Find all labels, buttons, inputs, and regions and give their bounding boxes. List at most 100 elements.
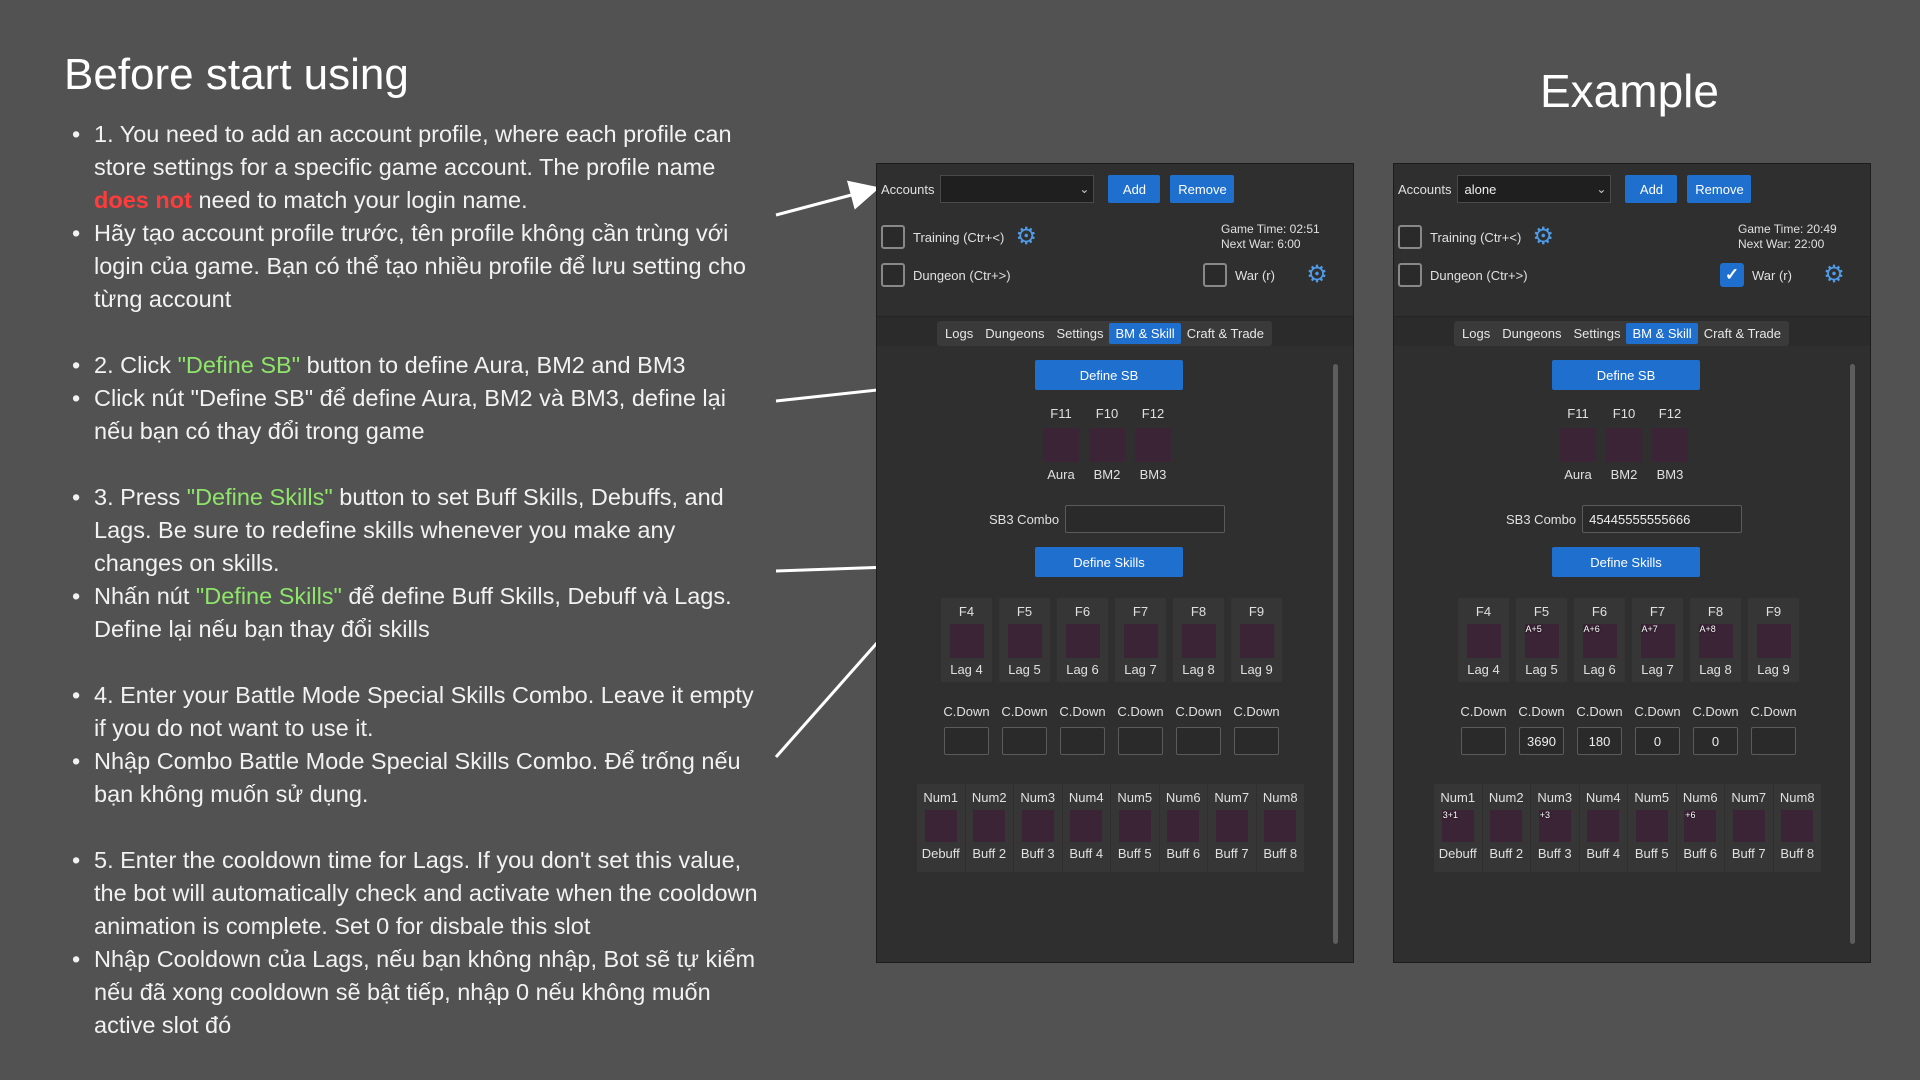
war-checkbox-checked[interactable]: ✓ <box>1720 263 1744 287</box>
num-slot[interactable]: Num3 Buff 3 <box>1014 784 1062 872</box>
define-sb-button[interactable]: Define SB <box>1035 360 1183 390</box>
cooldown-input[interactable] <box>1176 727 1221 755</box>
tab-settings[interactable]: Settings <box>1050 323 1109 344</box>
cooldown-input[interactable]: 180 <box>1577 727 1622 755</box>
lag-slot[interactable]: F4 Lag 4 <box>1458 598 1509 682</box>
dungeon-label: Dungeon (Ctr+>) <box>1430 267 1528 283</box>
num-slot[interactable]: Num5 Buff 5 <box>1111 784 1159 872</box>
lag-slot[interactable]: F6 Lag 6 <box>1057 598 1108 682</box>
num-slot[interactable]: Num2 Buff 2 <box>965 784 1013 872</box>
war-label: War (r) <box>1752 267 1792 283</box>
skill-slot-empty <box>1021 810 1054 842</box>
cooldown-input[interactable] <box>1060 727 1105 755</box>
sb-slot[interactable]: F12 BM3 <box>1652 404 1688 484</box>
gear-icon[interactable]: ⚙ <box>1014 225 1038 249</box>
sb-slot[interactable]: F10 BM2 <box>1089 404 1125 484</box>
define-sb-button[interactable]: Define SB <box>1552 360 1700 390</box>
num-slots: Num1 3+1 Debuff Num2 Buff 2 Num3 +3 Buff 3 Nu… <box>1434 784 1821 872</box>
scrollbar[interactable] <box>1850 364 1855 944</box>
num-slot[interactable]: Num1 Debuff <box>917 784 965 872</box>
num-slot[interactable]: Num8 Buff 8 <box>1773 784 1821 872</box>
lag-slot[interactable]: F6 A+6 Lag 6 <box>1574 598 1625 682</box>
tab-dungeons[interactable]: Dungeons <box>1496 323 1567 344</box>
training-row: Training (Ctr+<) ⚙ <box>1398 225 1555 249</box>
dungeon-checkbox[interactable] <box>881 263 905 287</box>
cooldown-input[interactable] <box>944 727 989 755</box>
skill-slot-empty <box>1215 810 1248 842</box>
lag-slot[interactable]: F5 Lag 5 <box>999 598 1050 682</box>
num-slot[interactable]: Num4 Buff 4 <box>1062 784 1110 872</box>
war-label: War (r) <box>1235 267 1275 283</box>
training-checkbox[interactable] <box>1398 225 1422 249</box>
lag-slot[interactable]: F7 A+7 Lag 7 <box>1632 598 1683 682</box>
accounts-dropdown[interactable]: ⌄ <box>940 175 1095 203</box>
instruction-list: 1. You need to add an account profile, w… <box>68 118 768 1042</box>
sb-slot[interactable]: F11 Aura <box>1043 404 1079 484</box>
tab-craft-trade[interactable]: Craft & Trade <box>1698 323 1787 344</box>
game-time: Game Time: 02:51 <box>1221 222 1320 236</box>
remove-button[interactable]: Remove <box>1170 175 1235 203</box>
debuff-skill-icon: 3+1 <box>1441 810 1474 842</box>
gear-icon[interactable]: ⚙ <box>1305 263 1329 287</box>
accounts-label: Accounts <box>1398 181 1452 197</box>
cooldown-input[interactable] <box>1461 727 1506 755</box>
app-panel-empty: Accounts ⌄ Add Remove Training (Ctr+<) ⚙… <box>876 163 1354 963</box>
sb-slot[interactable]: F12 BM3 <box>1135 404 1171 484</box>
cooldown-input[interactable] <box>1751 727 1796 755</box>
skill-slot-empty <box>1070 810 1103 842</box>
define-skills-button[interactable]: Define Skills <box>1552 547 1700 577</box>
highlight-define-sb: "Define SB" <box>177 352 301 378</box>
add-button[interactable]: Add <box>1108 175 1161 203</box>
num-slot[interactable]: Num6 Buff 6 <box>1159 784 1207 872</box>
lag-slot[interactable]: F8 A+8 Lag 8 <box>1690 598 1741 682</box>
tab-logs[interactable]: Logs <box>1456 323 1496 344</box>
lag-slot[interactable]: F4 Lag 4 <box>941 598 992 682</box>
num-slot[interactable]: Num4 Buff 4 <box>1579 784 1627 872</box>
skill-slot-empty <box>1756 624 1791 658</box>
tab-logs[interactable]: Logs <box>939 323 979 344</box>
tabs: Logs Dungeons Settings BM & Skill Craft … <box>937 321 1273 346</box>
tab-settings[interactable]: Settings <box>1567 323 1626 344</box>
next-war: Next War: 6:00 <box>1221 237 1301 251</box>
cooldown-input[interactable] <box>1002 727 1047 755</box>
war-checkbox[interactable] <box>1203 263 1227 287</box>
sb-slots: F11 Aura F10 BM2 F12 BM3 <box>1043 404 1171 484</box>
cooldown-cell: C.Down 0 <box>1632 704 1683 755</box>
lag-slot[interactable]: F9 Lag 9 <box>1748 598 1799 682</box>
num-slot[interactable]: Num7 Buff 7 <box>1725 784 1773 872</box>
lag-slot[interactable]: F5 A+5 Lag 5 <box>1516 598 1567 682</box>
cooldown-input[interactable] <box>1234 727 1279 755</box>
tab-bm-skill[interactable]: BM & Skill <box>1626 323 1698 344</box>
cooldown-input[interactable] <box>1118 727 1163 755</box>
lag-slot[interactable]: F8 Lag 8 <box>1173 598 1224 682</box>
scrollbar[interactable] <box>1333 364 1338 944</box>
num-slot[interactable]: Num7 Buff 7 <box>1208 784 1256 872</box>
dungeon-checkbox[interactable] <box>1398 263 1422 287</box>
tab-dungeons[interactable]: Dungeons <box>979 323 1050 344</box>
remove-button[interactable]: Remove <box>1687 175 1752 203</box>
gear-icon[interactable]: ⚙ <box>1531 225 1555 249</box>
num-slot[interactable]: Num3 +3 Buff 3 <box>1531 784 1579 872</box>
cooldown-input[interactable]: 3690 <box>1519 727 1564 755</box>
lag-slot[interactable]: F9 Lag 9 <box>1231 598 1282 682</box>
tab-craft-trade[interactable]: Craft & Trade <box>1181 323 1270 344</box>
num-slot[interactable]: Num8 Buff 8 <box>1256 784 1304 872</box>
num-slot[interactable]: Num2 Buff 2 <box>1482 784 1530 872</box>
sb-slot[interactable]: F11 Aura <box>1560 404 1596 484</box>
num-slot[interactable]: Num6 +6 Buff 6 <box>1676 784 1724 872</box>
accounts-dropdown[interactable]: alone ⌄ <box>1457 175 1612 203</box>
sb3-combo-input[interactable]: 45445555555666 <box>1582 505 1743 533</box>
num-slot[interactable]: Num5 Buff 5 <box>1628 784 1676 872</box>
gear-icon[interactable]: ⚙ <box>1822 263 1846 287</box>
define-skills-button[interactable]: Define Skills <box>1035 547 1183 577</box>
sb3-combo-input[interactable] <box>1065 505 1226 533</box>
tab-bm-skill[interactable]: BM & Skill <box>1109 323 1181 344</box>
sb-slot[interactable]: F10 BM2 <box>1606 404 1642 484</box>
add-button[interactable]: Add <box>1625 175 1678 203</box>
cooldown-input[interactable]: 0 <box>1693 727 1738 755</box>
training-checkbox[interactable] <box>881 225 905 249</box>
lag-slot[interactable]: F7 Lag 7 <box>1115 598 1166 682</box>
training-row: Training (Ctr+<) ⚙ <box>881 225 1038 249</box>
num-slot[interactable]: Num1 3+1 Debuff <box>1434 784 1482 872</box>
cooldown-input[interactable]: 0 <box>1635 727 1680 755</box>
